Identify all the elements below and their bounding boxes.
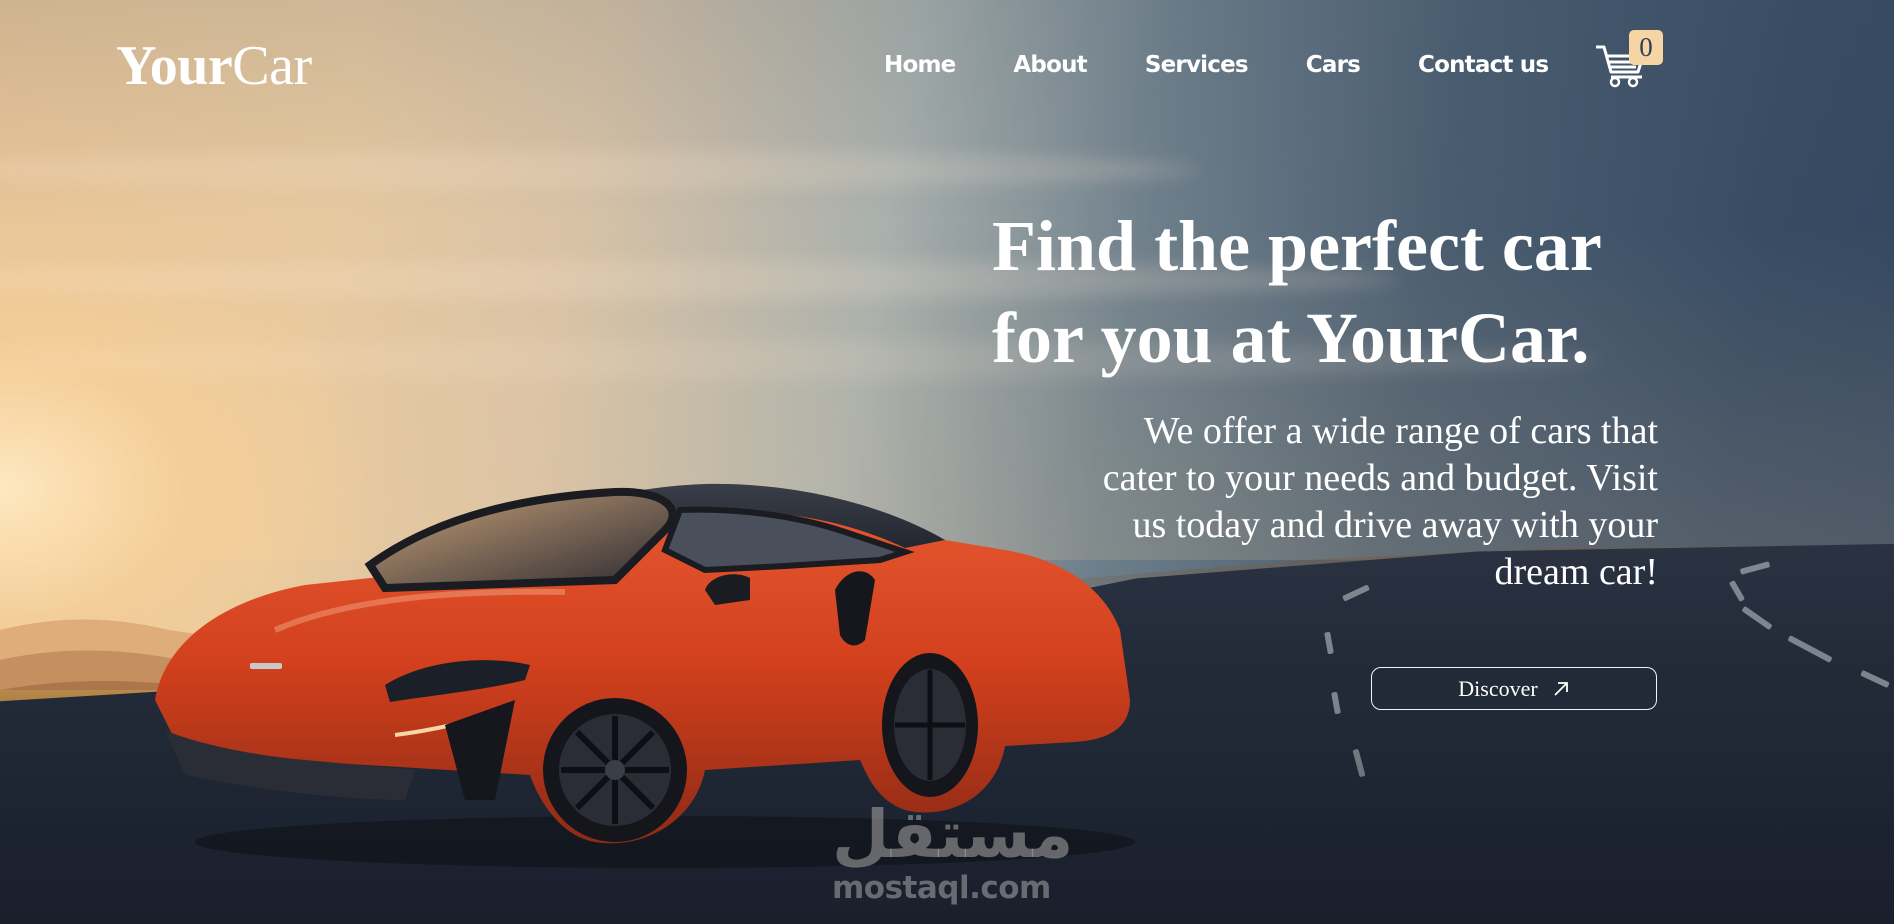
nav-item-services[interactable]: Services — [1145, 50, 1249, 80]
arrow-up-right-icon — [1554, 681, 1568, 696]
car-badge — [250, 663, 282, 669]
discover-button[interactable]: Discover — [1371, 667, 1657, 710]
discover-label: Discover — [1458, 675, 1538, 701]
nav-item-home[interactable]: Home — [884, 50, 956, 80]
main-nav: Home About Services Cars Contact us — [884, 50, 1606, 80]
logo-bold: Your — [116, 35, 233, 97]
front-wheel — [543, 698, 687, 842]
nav-item-cars[interactable]: Cars — [1306, 50, 1361, 80]
headline-line-2: for you at YourCar. — [992, 298, 1590, 378]
nav-item-about[interactable]: About — [1013, 50, 1087, 80]
cart-count-badge: 0 — [1629, 30, 1663, 65]
headline-line-1: Find the perfect car — [992, 206, 1602, 286]
hero-headline: Find the perfect car for you at YourCar. — [992, 200, 1692, 384]
nav-item-contact[interactable]: Contact us — [1418, 50, 1549, 80]
watermark-arabic: مستقل — [832, 796, 1074, 873]
watermark-latin: mostaql.com — [832, 870, 1051, 906]
hero-description: We offer a wide range of cars that cater… — [1102, 410, 1658, 593]
logo[interactable]: YourCar — [116, 34, 312, 98]
rear-wheel — [882, 653, 978, 797]
logo-light: Car — [232, 35, 312, 97]
